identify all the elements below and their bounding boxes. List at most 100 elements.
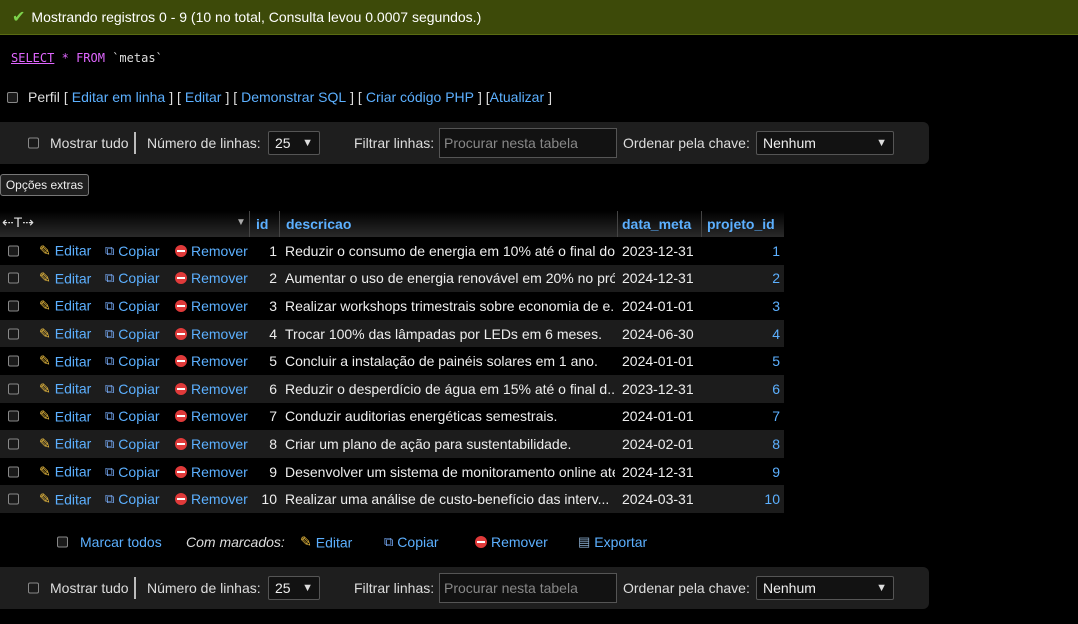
row-edit-button[interactable]: ✎ Editar [39,353,91,370]
row-copy-button[interactable]: ⧉ Copiar [105,491,160,507]
row-checkbox[interactable] [8,355,19,367]
cell-id: 1 [269,242,277,259]
edit-inline-link[interactable]: Editar em linha [72,89,165,105]
header-projeto-id[interactable]: projeto_id [707,216,775,232]
show-all-checkbox[interactable] [28,137,39,149]
row-checkbox[interactable] [8,245,19,257]
cell-projeto-id[interactable]: 4 [705,326,780,342]
table-row[interactable]: ✎ Editar ⧉ Copiar Remover 6 Reduzir o desperdí… [0,374,784,403]
table-row[interactable]: ✎ Editar ⧉ Copiar Remover 1 Reduzir o consumo … [0,237,784,265]
row-remove-label: Remover [191,435,248,452]
row-edit-button[interactable]: ✎ Editar [39,463,91,480]
row-checkbox[interactable] [8,383,19,395]
header-data-meta[interactable]: data_meta [622,216,691,232]
cell-projeto-id[interactable]: 5 [705,353,780,369]
table-row[interactable]: ✎ Editar ⧉ Copiar Remover 10 Realizar uma anál… [0,485,784,513]
cell-projeto-id[interactable]: 1 [705,243,780,259]
row-checkbox[interactable] [8,493,19,505]
table-row[interactable]: ✎ Editar ⧉ Copiar Remover 4 Trocar 100% das lâ… [0,319,784,348]
profile-checkbox[interactable] [7,91,18,103]
filter-input[interactable]: Procurar nesta tabela [439,573,617,603]
table-row[interactable]: ✎ Editar ⧉ Copiar Remover 8 Criar um plano de … [0,430,784,458]
table-row[interactable]: ✎ Editar ⧉ Copiar Remover 5 Concluir a instala… [0,347,784,375]
table-row[interactable]: ✎ Editar ⧉ Copiar Remover 3 Realizar workshops… [0,292,784,320]
row-remove-button[interactable]: Remover [175,353,248,369]
row-copy-button[interactable]: ⧉ Copiar [105,408,160,424]
chevron-down-icon: ▼ [876,582,887,594]
row-edit-button[interactable]: ✎ Editar [39,380,91,397]
row-checkbox[interactable] [8,328,19,340]
row-remove-button[interactable]: Remover [175,381,248,397]
cell-projeto-id[interactable]: 9 [705,464,780,480]
row-copy-button[interactable]: ⧉ Copiar [105,243,160,259]
cell-projeto-id[interactable]: 3 [705,298,780,314]
row-edit-button[interactable]: ✎ Editar [39,491,91,508]
cell-projeto-id[interactable]: 6 [705,381,780,397]
table-row[interactable]: ✎ Editar ⧉ Copiar Remover 9 Desenvolver um sis… [0,457,784,486]
show-sql-link[interactable]: Demonstrar SQL [241,89,346,105]
cell-descricao: Reduzir o desperdício de água em 15% até… [285,380,615,397]
bulk-copy-button[interactable]: ⧉ Copiar [384,534,439,550]
table-row[interactable]: ✎ Editar ⧉ Copiar Remover 2 Aumentar o uso de … [0,264,784,293]
row-remove-button[interactable]: Remover [175,243,248,259]
extra-options-button[interactable]: Opções extras [0,174,89,196]
cell-projeto-id[interactable]: 2 [705,270,780,286]
copy-icon: ⧉ [105,435,115,451]
cell-projeto-id[interactable]: 10 [705,491,780,507]
show-all-checkbox[interactable] [28,582,39,594]
check-all-link[interactable]: Marcar todos [80,534,162,550]
row-remove-button[interactable]: Remover [175,408,248,424]
row-edit-button[interactable]: ✎ Editar [39,242,91,259]
row-checkbox[interactable] [8,272,19,284]
row-remove-button[interactable]: Remover [175,326,248,342]
row-copy-button[interactable]: ⧉ Copiar [105,326,160,342]
row-remove-button[interactable]: Remover [175,491,248,507]
copy-icon: ⧉ [105,380,115,396]
row-edit-button[interactable]: ✎ Editar [39,297,91,314]
row-checkbox[interactable] [8,410,19,422]
bulk-export-button[interactable]: ▤ Exportar [578,534,647,550]
rows-select[interactable]: 25 ▼ [268,576,320,600]
column-resize-arrows-icon[interactable]: ⇠T⇢ [2,214,34,231]
row-copy-button[interactable]: ⧉ Copiar [105,270,160,286]
row-remove-button[interactable]: Remover [175,298,248,314]
sort-select[interactable]: Nenhum ▼ [756,576,894,600]
cell-projeto-id[interactable]: 7 [705,408,780,424]
row-remove-button[interactable]: Remover [175,436,248,452]
row-copy-button[interactable]: ⧉ Copiar [105,436,160,452]
edit-query-link[interactable]: Editar [185,89,222,105]
row-remove-button[interactable]: Remover [175,464,248,480]
row-remove-button[interactable]: Remover [175,270,248,286]
header-id[interactable]: id [256,216,268,232]
row-copy-button[interactable]: ⧉ Copiar [105,464,160,480]
row-copy-button[interactable]: ⧉ Copiar [105,298,160,314]
check-all-checkbox[interactable] [57,536,68,548]
sort-dropdown-icon[interactable]: ▼ [236,217,246,228]
row-edit-button[interactable]: ✎ Editar [39,270,91,287]
sql-select-keyword[interactable]: SELECT [11,51,54,65]
row-edit-button[interactable]: ✎ Editar [39,435,91,452]
cell-data-meta: 2024-12-31 [622,463,694,480]
create-php-link[interactable]: Criar código PHP [366,89,474,105]
row-edit-button[interactable]: ✎ Editar [39,325,91,342]
cell-projeto-id[interactable]: 8 [705,436,780,452]
table-row[interactable]: ✎ Editar ⧉ Copiar Remover 7 Conduzir auditoria… [0,402,784,431]
rows-select[interactable]: 25 ▼ [268,131,320,155]
row-checkbox[interactable] [8,438,19,450]
copy-icon: ⧉ [105,270,115,286]
header-descricao[interactable]: descricao [286,216,351,232]
remove-icon [175,465,187,478]
row-copy-button[interactable]: ⧉ Copiar [105,353,160,369]
sort-select[interactable]: Nenhum ▼ [756,131,894,155]
row-copy-button[interactable]: ⧉ Copiar [105,381,160,397]
refresh-link[interactable]: Atualizar [490,89,544,105]
row-checkbox[interactable] [8,300,19,312]
row-checkbox[interactable] [8,466,19,478]
sql-table-name: `metas` [112,51,163,65]
cell-descricao: Reduzir o consumo de energia em 10% até … [285,242,615,259]
filter-input[interactable]: Procurar nesta tabela [439,128,617,158]
bulk-remove-button[interactable]: Remover [475,534,548,550]
row-edit-button[interactable]: ✎ Editar [39,408,91,425]
remove-icon [175,410,187,423]
bulk-edit-button[interactable]: ✎ Editar [300,534,352,551]
